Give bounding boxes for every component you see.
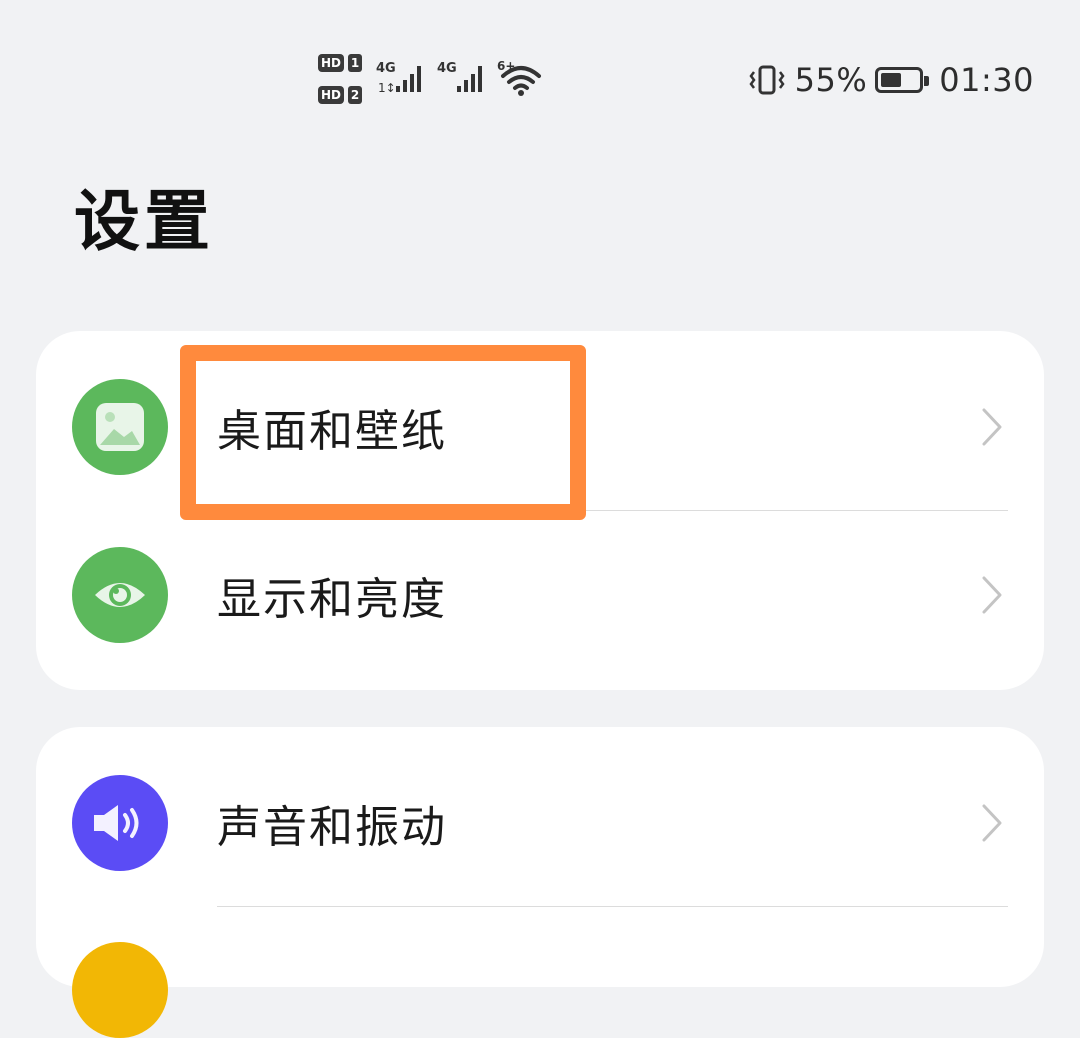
settings-item-desktop-wallpaper[interactable]: 桌面和壁纸 (36, 343, 1044, 511)
speaker-icon (72, 775, 168, 871)
sim-indicators: HD 1 HD 2 (318, 52, 370, 108)
battery-percent: 55% (794, 61, 868, 99)
sim2-number: 2 (348, 86, 363, 104)
chevron-right-icon (982, 576, 1002, 614)
settings-item-notifications[interactable] (36, 907, 1044, 987)
hd2-badge: HD (318, 86, 345, 104)
net1-label: 4G (376, 61, 396, 76)
settings-group-sound: 声音和振动 (36, 727, 1044, 987)
svg-text:1↕: 1↕ (378, 81, 396, 95)
eye-icon (72, 547, 168, 643)
clock: 01:30 (939, 61, 1034, 99)
sim1-indicator: HD 1 (318, 52, 363, 74)
settings-item-display-brightness[interactable]: 显示和亮度 (36, 511, 1044, 679)
settings-item-label: 桌面和壁纸 (217, 406, 447, 457)
wifi-icon: 6+ (497, 59, 541, 96)
signal-icon: 4G 1↕ (376, 61, 421, 95)
settings-item-label: 显示和亮度 (217, 574, 447, 625)
sim2-indicator: HD 2 (318, 84, 363, 106)
net2-label: 4G (437, 61, 457, 76)
settings-item-label: 声音和振动 (217, 802, 447, 853)
chevron-right-icon (982, 804, 1002, 842)
settings-item-sound-vibration[interactable]: 声音和振动 (36, 739, 1044, 907)
battery-icon (875, 67, 930, 93)
signal-icon: 4G (437, 61, 482, 92)
sim1-number: 1 (348, 54, 363, 72)
wallpaper-icon (72, 379, 168, 475)
battery-tip (924, 76, 930, 86)
status-right: 55% 01:30 (747, 56, 1034, 104)
notification-icon (72, 942, 168, 1038)
chevron-right-icon (982, 408, 1002, 446)
settings-group-display: 桌面和壁纸 显示和亮度 (36, 331, 1044, 690)
page-title: 设置 (74, 183, 214, 260)
vibrate-icon (749, 65, 785, 95)
battery-fill (881, 73, 902, 87)
status-bar: HD 1 HD 2 4G 1↕ 4G 6+ 55% 01:30 (0, 0, 1080, 160)
hd1-badge: HD (318, 54, 345, 72)
